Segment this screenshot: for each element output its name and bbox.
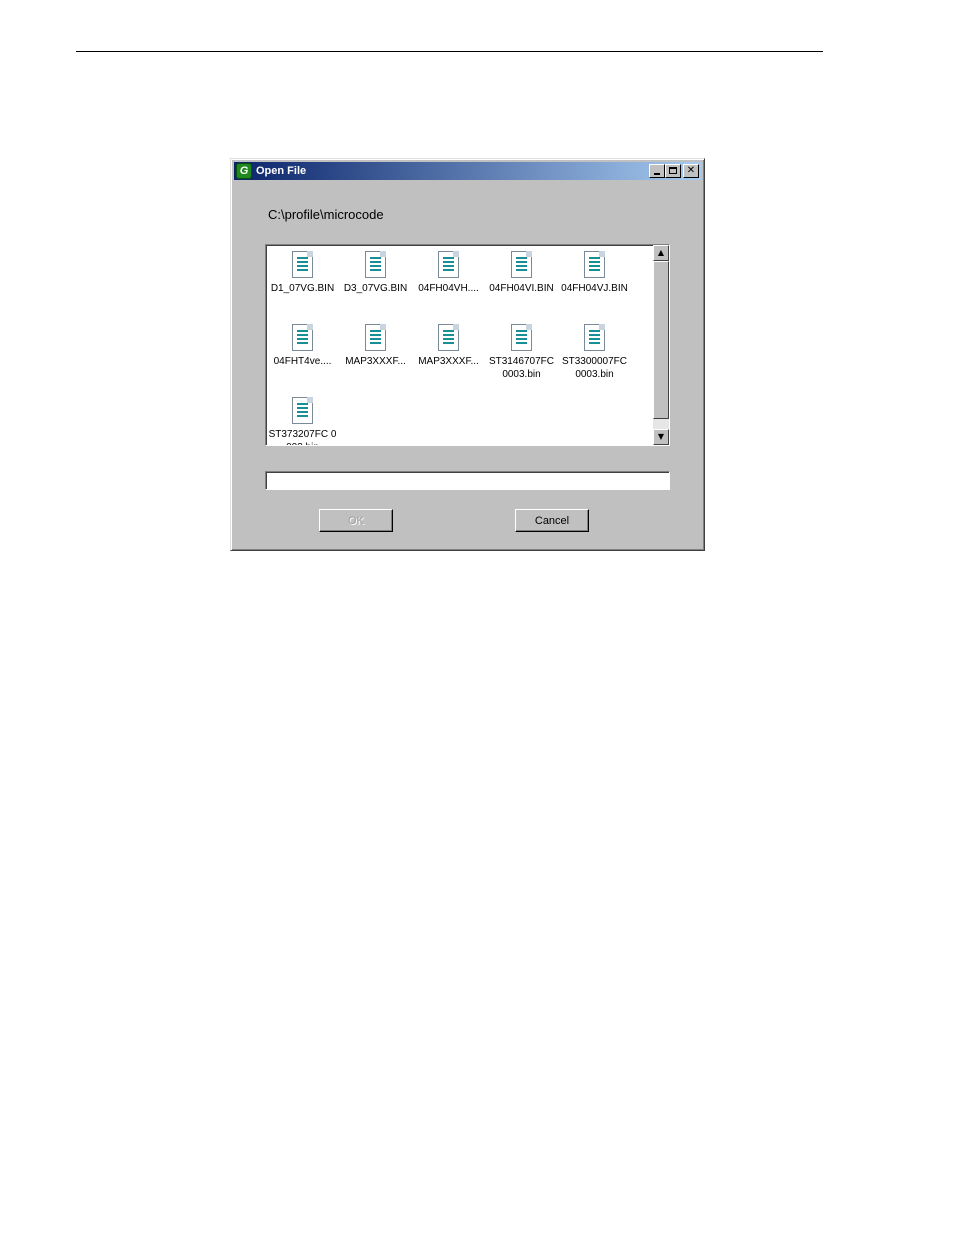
minimize-button[interactable] — [649, 164, 665, 178]
file-item[interactable]: 04FHT4ve.... — [266, 324, 339, 368]
vertical-scrollbar[interactable]: ▲ ▼ — [653, 245, 669, 445]
maximize-button[interactable] — [665, 164, 681, 178]
minimize-icon — [654, 173, 660, 175]
file-item-label: ST3146707FC 0003.bin — [488, 356, 555, 380]
close-button[interactable]: ✕ — [683, 164, 699, 178]
dialog-title: Open File — [256, 165, 307, 177]
file-item[interactable]: MAP3XXXF... — [412, 324, 485, 368]
scroll-up-button[interactable]: ▲ — [653, 245, 669, 261]
file-item-label: 04FHT4ve.... — [273, 356, 332, 367]
app-logo-icon[interactable]: G — [236, 163, 252, 179]
file-item-label: ST373207FC 0003.bin — [268, 429, 337, 445]
maximize-icon — [669, 167, 677, 174]
document-icon — [438, 251, 459, 278]
file-item-label: MAP3XXXF... — [418, 356, 479, 367]
page-header-rule — [76, 51, 823, 52]
scroll-down-button[interactable]: ▼ — [653, 429, 669, 445]
document-icon — [365, 324, 386, 351]
file-item-label: D1_07VG.BIN — [270, 283, 335, 294]
file-item-label: MAP3XXXF... — [345, 356, 406, 367]
document-icon — [365, 251, 386, 278]
arrow-up-icon: ▲ — [657, 248, 665, 257]
arrow-down-icon: ▼ — [657, 432, 665, 441]
scroll-thumb[interactable] — [653, 261, 669, 419]
file-item[interactable]: 04FH04VH.... — [412, 251, 485, 295]
close-icon: ✕ — [686, 165, 696, 176]
file-item-label: D3_07VG.BIN — [343, 283, 408, 294]
file-item[interactable]: MAP3XXXF... — [339, 324, 412, 368]
file-item[interactable]: 04FH04VI.BIN — [485, 251, 558, 295]
file-item-label: 04FH04VI.BIN — [489, 283, 554, 294]
current-path: C:\profile\microcode — [268, 207, 384, 222]
document-icon — [584, 324, 605, 351]
ok-button[interactable]: OK — [319, 509, 393, 532]
document-icon — [292, 251, 313, 278]
document-icon — [511, 324, 532, 351]
file-list[interactable]: D1_07VG.BIN D3_07VG.BIN 04FH04VH.... 04F… — [265, 244, 670, 446]
file-item-label: ST3300007FC 0003.bin — [561, 356, 628, 380]
file-item[interactable]: D3_07VG.BIN — [339, 251, 412, 295]
file-item[interactable]: 04FH04VJ.BIN — [558, 251, 631, 295]
file-item[interactable]: ST373207FC 0003.bin — [266, 397, 339, 445]
title-bar[interactable]: G Open File ✕ — [234, 162, 701, 180]
filename-input[interactable] — [265, 471, 670, 490]
file-item[interactable]: ST3300007FC 0003.bin — [558, 324, 631, 381]
file-item[interactable]: ST3146707FC 0003.bin — [485, 324, 558, 381]
file-item-label: 04FH04VJ.BIN — [561, 283, 628, 294]
cancel-button[interactable]: Cancel — [515, 509, 589, 532]
file-item[interactable]: D1_07VG.BIN — [266, 251, 339, 295]
document-icon — [511, 251, 532, 278]
open-file-dialog: G Open File ✕ C:\profile\microcode D1_07… — [230, 158, 705, 551]
document-icon — [438, 324, 459, 351]
file-item-label: 04FH04VH.... — [418, 283, 479, 294]
window-controls: ✕ — [649, 164, 699, 178]
document-icon — [292, 397, 313, 424]
document-icon — [292, 324, 313, 351]
document-icon — [584, 251, 605, 278]
